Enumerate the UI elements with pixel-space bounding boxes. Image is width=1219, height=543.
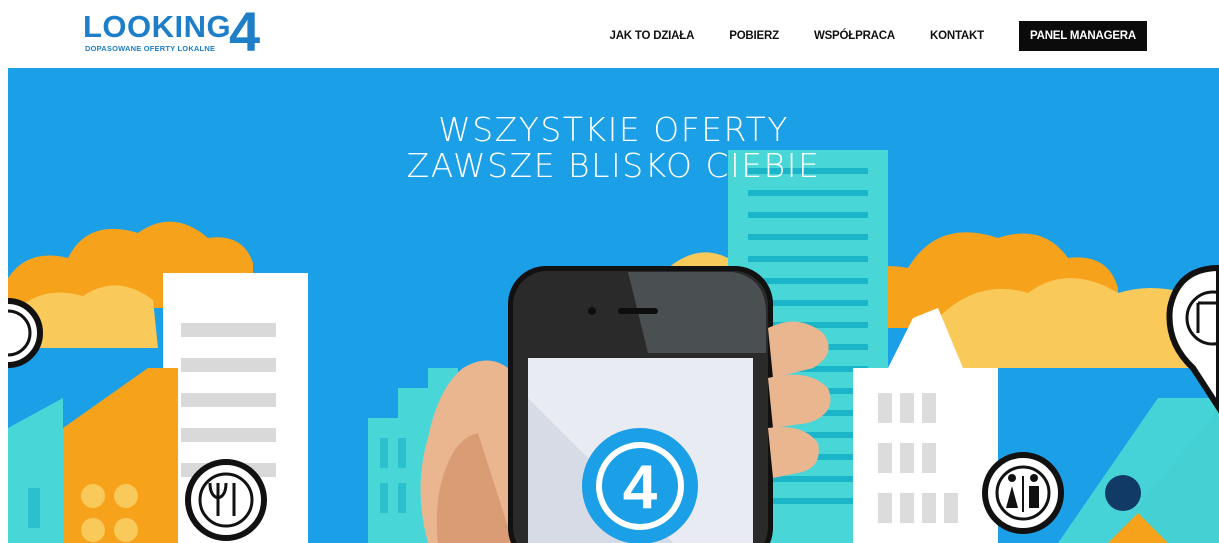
- hero-headline: WSZYSTKIE OFERTY ZAWSZE BLISKO CIEBIE: [8, 112, 1219, 184]
- nav-item-kontakt[interactable]: KONTAKT: [930, 30, 984, 42]
- nav-item-wspolpraca[interactable]: WSPÓŁPRACA: [814, 30, 895, 42]
- restaurant-pin-icon: [185, 459, 267, 541]
- hero-banner: 4 WSZYSTKIE OFERTY ZAWSZE BLISKO CIEBIE: [8, 68, 1219, 543]
- manager-panel-button[interactable]: PANEL MANAGERA: [1018, 21, 1147, 51]
- nav-item-pobierz[interactable]: POBIERZ: [729, 30, 779, 42]
- logo-wordmark: LOOKING: [83, 9, 232, 44]
- logo-digit: 4: [229, 0, 261, 63]
- headline-line-2: ZAWSZE BLISKO CIEBIE: [406, 146, 821, 185]
- logo-tagline: DOPASOWANE OFERTY LOKALNE: [85, 44, 216, 53]
- phone-badge-digit: 4: [623, 453, 658, 522]
- main-nav: JAK TO DZIAŁA POBIERZ WSPÓŁPRACA KONTAKT…: [575, 20, 1147, 52]
- logo[interactable]: LOOKING 4 DOPASOWANE OFERTY LOKALNE: [83, 2, 273, 63]
- site-header: LOOKING 4 DOPASOWANE OFERTY LOKALNE JAK …: [0, 0, 1219, 68]
- toilet-pin-icon: [982, 452, 1064, 534]
- headline-line-1: WSZYSTKIE OFERTY: [438, 110, 789, 149]
- nav-item-jak-to-dziala[interactable]: JAK TO DZIAŁA: [610, 30, 695, 42]
